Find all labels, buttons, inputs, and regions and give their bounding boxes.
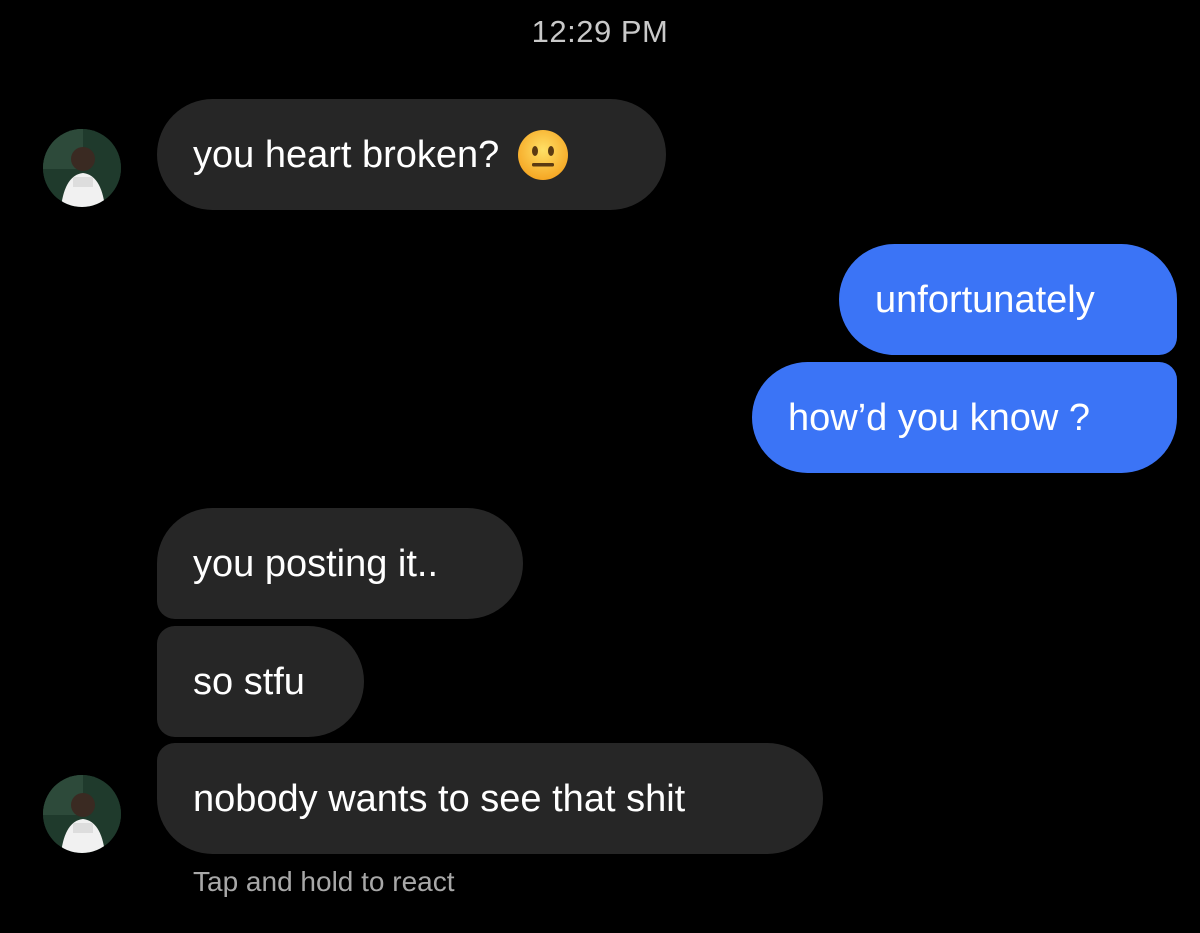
neutral-face-icon bbox=[517, 129, 569, 181]
message-text: unfortunately bbox=[875, 278, 1095, 321]
outgoing-message[interactable]: how’d you know ? bbox=[752, 362, 1177, 473]
incoming-message[interactable]: so stfu bbox=[157, 626, 364, 737]
incoming-message[interactable]: you heart broken? bbox=[157, 99, 666, 210]
contact-avatar[interactable] bbox=[43, 775, 121, 853]
message-text: so stfu bbox=[193, 660, 305, 703]
incoming-message[interactable]: you posting it.. bbox=[157, 508, 523, 619]
contact-avatar[interactable] bbox=[43, 129, 121, 207]
message-text: nobody wants to see that shit bbox=[193, 777, 686, 820]
message-text: you heart broken? bbox=[193, 133, 500, 176]
message-text: you posting it.. bbox=[193, 542, 439, 585]
react-hint: Tap and hold to react bbox=[193, 866, 455, 897]
outgoing-message[interactable]: unfortunately bbox=[839, 244, 1177, 355]
message-text: how’d you know ? bbox=[788, 396, 1091, 439]
message-timestamp: 12:29 PM bbox=[531, 14, 669, 49]
incoming-message[interactable]: nobody wants to see that shit bbox=[157, 743, 823, 854]
